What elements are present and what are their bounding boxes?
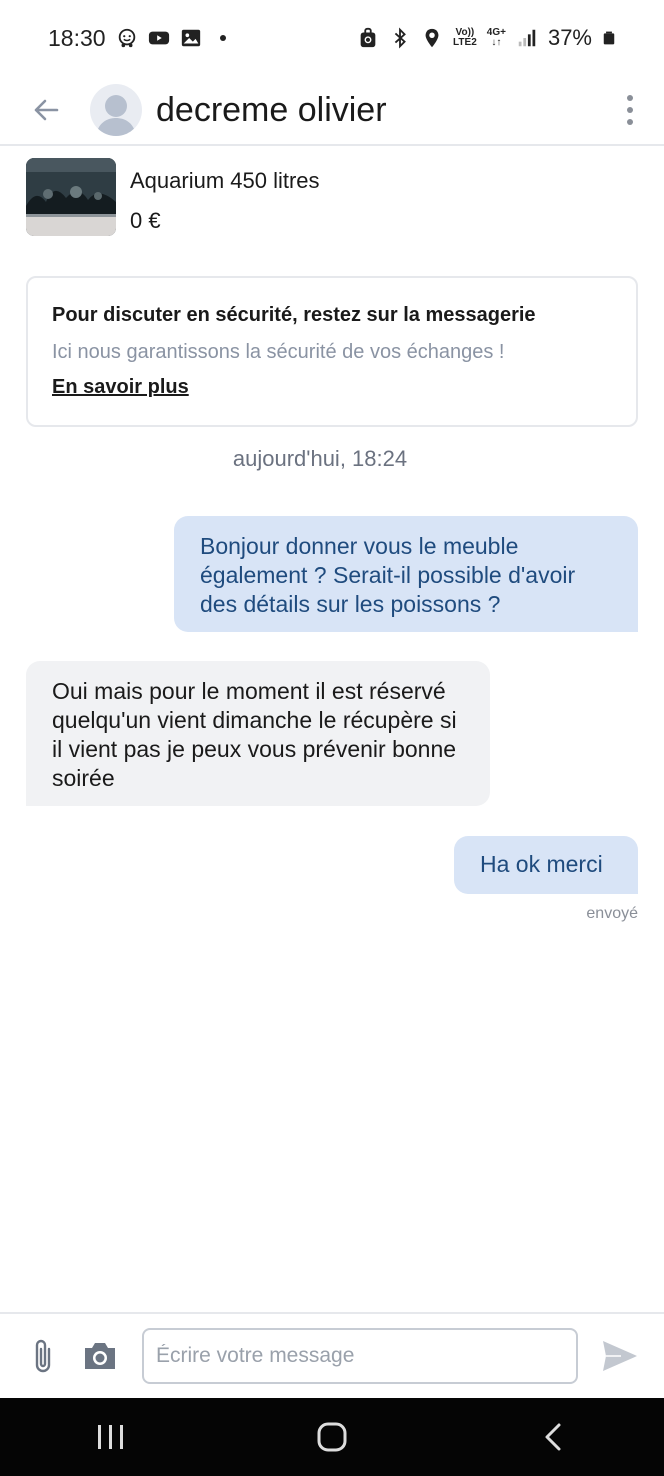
home-icon [317, 1422, 347, 1452]
listing-preview[interactable]: Aquarium 450 litres 0 € [26, 158, 638, 238]
listing-title: Aquarium 450 litres [130, 168, 320, 193]
message-outgoing[interactable]: Bonjour donner vous le meuble également … [174, 516, 638, 632]
contact-name: decreme olivier [156, 90, 387, 129]
back-arrow-icon [34, 99, 59, 121]
notification-icons [116, 27, 226, 49]
paperclip-icon [35, 1339, 51, 1373]
avatar-placeholder-icon [96, 95, 136, 136]
recent-apps-button[interactable] [71, 1407, 151, 1467]
send-button[interactable] [600, 1336, 640, 1376]
date-separator: aujourd'hui, 18:24 [232, 446, 408, 471]
back-chevron-icon [545, 1423, 561, 1451]
message-status: envoyé [586, 905, 638, 922]
aquarium-image [26, 158, 116, 236]
safety-subtitle: Ici nous garantissons la sécurité de vos… [52, 341, 505, 363]
battery-icon [603, 31, 615, 45]
system-navigation-bar [0, 1398, 664, 1476]
safety-notice: Pour discuter en sécurité, restez sur la… [26, 276, 638, 427]
safety-title: Pour discuter en sécurité, restez sur la… [52, 304, 536, 326]
status-bar: 18:30 Vo)) LTE2 4G+ ↓↑ 37% [0, 0, 664, 76]
attach-button[interactable] [26, 1336, 60, 1376]
youtube-icon [148, 31, 169, 45]
more-notifications-dot [219, 35, 226, 41]
4g-indicator: 4G+ ↓↑ [486, 27, 506, 48]
back-nav-button[interactable] [513, 1407, 593, 1467]
more-options-button[interactable] [618, 90, 642, 130]
signal-icon [518, 29, 536, 47]
location-icon [425, 28, 439, 48]
more-vertical-icon [627, 95, 633, 101]
bluetooth-icon [394, 27, 406, 49]
battery-percent: 37% [547, 25, 592, 50]
send-icon [603, 1341, 637, 1371]
conversation-header: decreme olivier [0, 76, 664, 146]
listing-thumbnail [26, 158, 116, 236]
listing-price: 0 € [130, 208, 161, 233]
recent-apps-icon [97, 1425, 123, 1449]
message-input[interactable] [142, 1328, 578, 1384]
avatar[interactable] [90, 84, 142, 136]
gallery-icon [181, 29, 200, 47]
camera-icon [85, 1343, 115, 1369]
volte-indicator: Vo)) LTE2 [453, 27, 477, 48]
waze-icon [118, 28, 135, 48]
message-composer [0, 1312, 664, 1398]
home-button[interactable] [292, 1407, 372, 1467]
saver-lock-icon [360, 27, 376, 48]
status-time: 18:30 [48, 24, 106, 51]
message-incoming[interactable]: Oui mais pour le moment il est réservé q… [26, 661, 490, 806]
message-outgoing[interactable]: Ha ok merci [454, 836, 638, 894]
back-button[interactable] [26, 90, 66, 130]
system-icons: Vo)) LTE2 4G+ ↓↑ 37% [357, 25, 616, 51]
camera-button[interactable] [82, 1336, 118, 1376]
learn-more-link[interactable]: En savoir plus [52, 376, 189, 399]
